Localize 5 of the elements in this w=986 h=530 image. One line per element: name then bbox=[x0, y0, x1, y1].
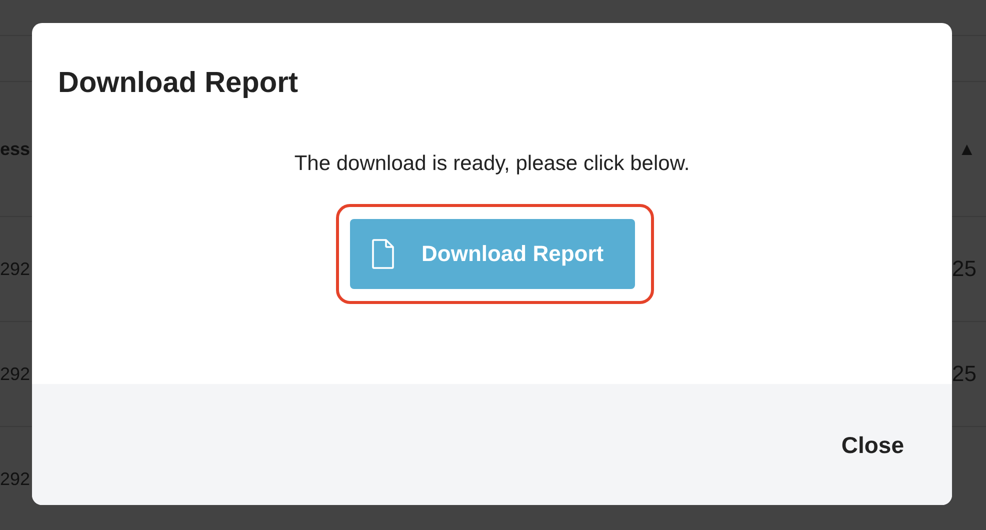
dialog-message: The download is ready, please click below. bbox=[294, 152, 690, 176]
dialog-title: Download Report bbox=[57, 66, 298, 100]
sort-indicator: ▲ bbox=[957, 138, 977, 160]
document-icon bbox=[372, 239, 394, 269]
close-button[interactable]: Close bbox=[839, 428, 906, 463]
